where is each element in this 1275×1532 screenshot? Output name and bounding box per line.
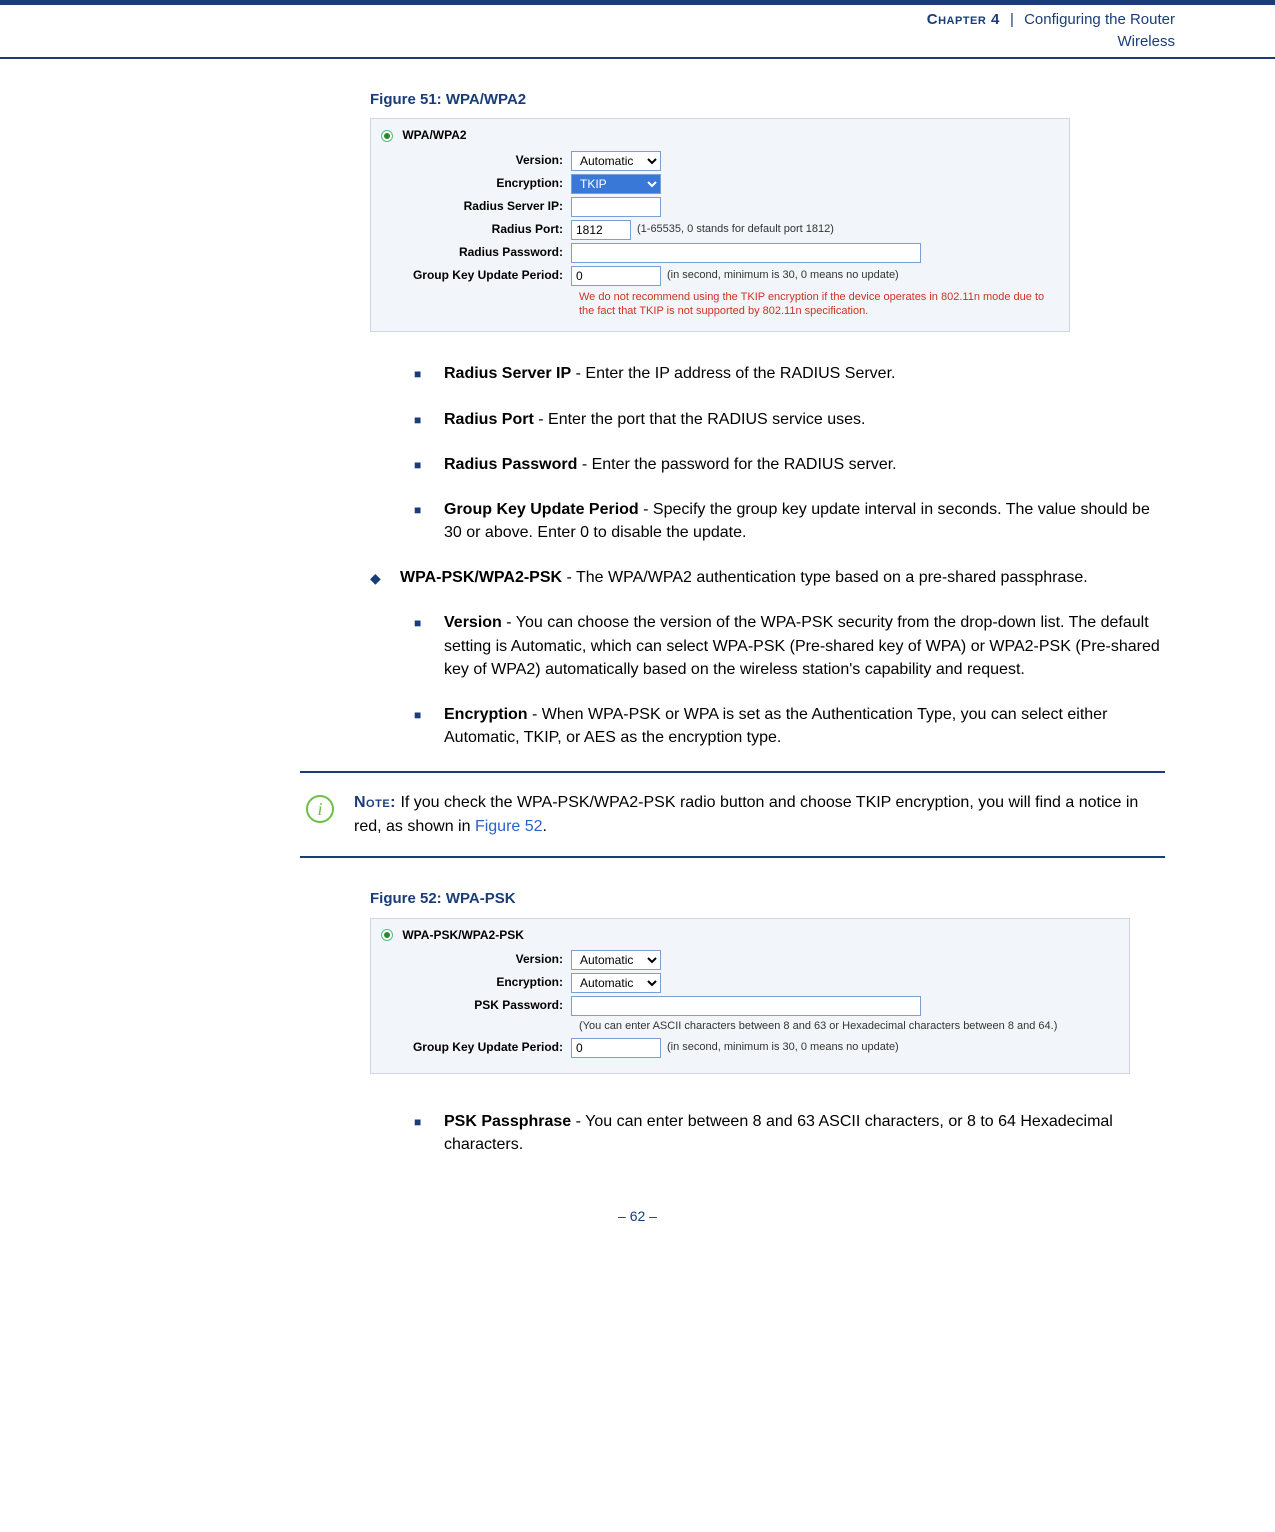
encryption-label: Encryption: [381,974,571,991]
gkup-label: Group Key Update Period: [381,267,571,284]
bullet-wpa-psk-main: ◆ WPA-PSK/WPA2-PSK - The WPA/WPA2 authen… [370,566,1165,589]
version-select[interactable]: Automatic [571,950,661,970]
bullet-gkup: ■ Group Key Update Period - Specify the … [414,498,1165,544]
square-bullet-icon: ■ [414,703,444,749]
radius-port-input[interactable] [571,220,631,240]
radius-port-label: Radius Port: [381,221,571,238]
encryption-select[interactable]: TKIP [571,174,661,194]
gkup-hint: (in second, minimum is 30, 0 means no up… [667,268,899,284]
psk-pw-input[interactable] [571,996,921,1016]
bullet-version: ■ Version - You can choose the version o… [414,611,1165,681]
bullet-radius-port: ■ Radius Port - Enter the port that the … [414,408,1165,431]
radius-port-hint: (1-65535, 0 stands for default port 1812… [637,222,834,238]
square-bullet-icon: ■ [414,1110,444,1156]
figure-51-caption: Figure 51: WPA/WPA2 [370,89,1165,111]
psk-pw-label: PSK Password: [381,997,571,1014]
tkip-warning: We do not recommend using the TKIP encry… [579,290,1059,320]
version-label: Version: [381,951,571,968]
version-label: Version: [381,152,571,169]
gkup-input[interactable] [571,1038,661,1058]
wpa-header-label: WPA/WPA2 [402,128,466,142]
gkup-input[interactable] [571,266,661,286]
radio-selected-icon[interactable] [381,130,393,142]
figure-51-screenshot: WPA/WPA2 Version: Automatic Encryption: … [370,118,1070,332]
figure-52-screenshot: WPA-PSK/WPA2-PSK Version: Automatic Encr… [370,918,1130,1074]
header-subtitle: Wireless [0,31,1175,53]
header-title: Configuring the Router [1024,11,1175,28]
diamond-bullet-icon: ◆ [370,566,400,589]
header-chapter: Chapter 4 [927,11,1000,28]
bullet-psk-passphrase: ■ PSK Passphrase - You can enter between… [414,1110,1165,1156]
version-select[interactable]: Automatic [571,151,661,171]
radius-ip-input[interactable] [571,197,661,217]
page-content: Figure 51: WPA/WPA2 WPA/WPA2 Version: Au… [370,89,1165,1157]
note-label: Note: [354,794,396,811]
square-bullet-icon: ■ [414,408,444,431]
square-bullet-icon: ■ [414,611,444,681]
radio-selected-icon[interactable] [381,929,393,941]
square-bullet-icon: ■ [414,453,444,476]
page-number: – 62 – [618,1208,657,1224]
note-text: Note: If you check the WPA-PSK/WPA2-PSK … [354,791,1165,837]
radius-pw-input[interactable] [571,243,921,263]
square-bullet-icon: ■ [414,498,444,544]
wpa-psk-section-header: WPA-PSK/WPA2-PSK [381,927,1119,944]
psk-pw-hint: (You can enter ASCII characters between … [579,1019,1119,1035]
wpa-psk-header-label: WPA-PSK/WPA2-PSK [402,928,524,942]
figure-52-link[interactable]: Figure 52 [475,818,543,835]
radius-ip-label: Radius Server IP: [381,198,571,215]
page-footer: – 62 – [0,1206,1275,1226]
bullet-encryption: ■ Encryption - When WPA-PSK or WPA is se… [414,703,1165,749]
wpa-section-header: WPA/WPA2 [381,127,1059,144]
figure-52-caption: Figure 52: WPA-PSK [370,888,1165,910]
info-icon: i [306,795,334,823]
note-block: i Note: If you check the WPA-PSK/WPA2-PS… [300,771,1165,857]
bullet-radius-ip: ■ Radius Server IP - Enter the IP addres… [414,362,1165,385]
bullet-radius-pw: ■ Radius Password - Enter the password f… [414,453,1165,476]
header-separator: | [1004,11,1020,28]
gkup-hint: (in second, minimum is 30, 0 means no up… [667,1040,899,1056]
radius-pw-label: Radius Password: [381,244,571,261]
encryption-label: Encryption: [381,175,571,192]
encryption-select[interactable]: Automatic [571,973,661,993]
gkup-label: Group Key Update Period: [381,1039,571,1056]
page-header: Chapter 4 | Configuring the Router Wirel… [0,0,1275,59]
square-bullet-icon: ■ [414,362,444,385]
